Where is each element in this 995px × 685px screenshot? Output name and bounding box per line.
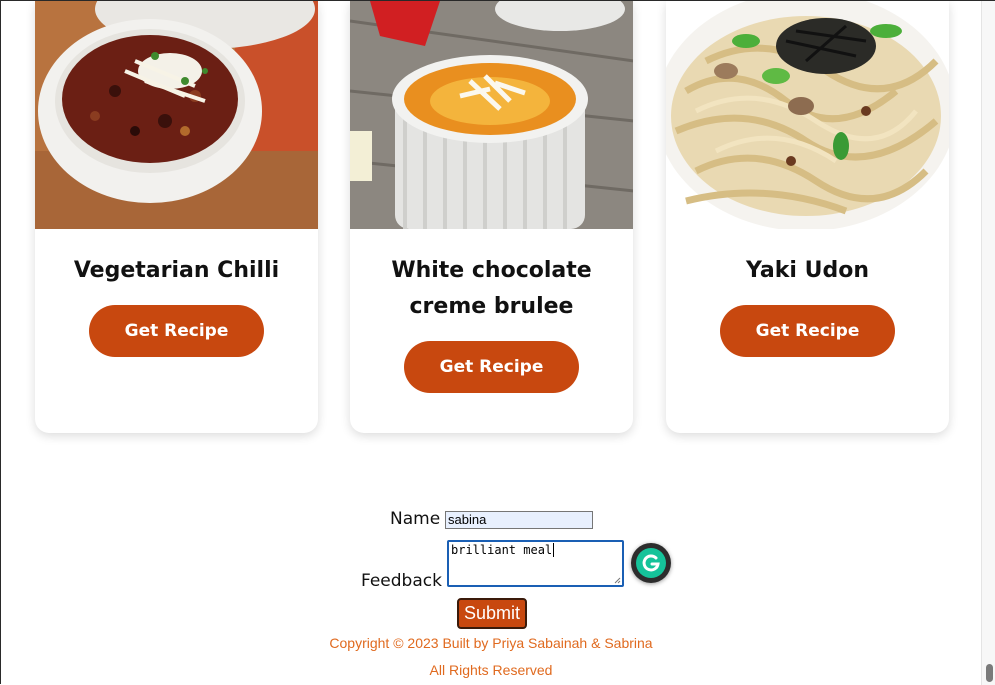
rights-text: All Rights Reserved bbox=[429, 662, 553, 678]
name-label: Name bbox=[390, 509, 441, 529]
card-title: White chocolate creme brulee bbox=[391, 258, 592, 319]
get-recipe-button[interactable]: Get Recipe bbox=[720, 305, 895, 357]
submit-button[interactable]: Submit bbox=[457, 598, 527, 629]
card-title: Vegetarian Chilli bbox=[73, 258, 280, 283]
scrollbar-thumb[interactable] bbox=[986, 664, 993, 682]
get-recipe-button[interactable]: Get Recipe bbox=[404, 341, 579, 393]
recipe-card-vegetarian-chilli: Vegetarian Chilli Get Recipe bbox=[35, 1, 318, 433]
vertical-scrollbar[interactable] bbox=[981, 1, 995, 685]
recipe-card-yaki-udon: Yaki Udon Get Recipe bbox=[666, 1, 949, 433]
feedback-text: brilliant meal bbox=[451, 543, 553, 557]
resize-grip-icon[interactable] bbox=[614, 577, 621, 584]
copyright-text: Copyright © 2023 Built by Priya Sabainah… bbox=[329, 635, 653, 651]
vegetarian-chilli-image bbox=[35, 1, 318, 229]
creme-brulee-image bbox=[350, 1, 633, 229]
get-recipe-button[interactable]: Get Recipe bbox=[89, 305, 264, 357]
grammarly-icon[interactable] bbox=[631, 543, 671, 583]
yaki-udon-image bbox=[666, 1, 949, 229]
card-title: Yaki Udon bbox=[746, 258, 869, 283]
feedback-textarea[interactable]: brilliant meal bbox=[447, 540, 624, 587]
recipe-card-creme-brulee: White chocolate creme brulee Get Recipe bbox=[350, 1, 633, 433]
feedback-label: Feedback bbox=[361, 571, 442, 591]
name-input[interactable]: sabina bbox=[445, 511, 593, 529]
page: Vegetarian Chilli Get Recipe White choco… bbox=[1, 1, 981, 685]
